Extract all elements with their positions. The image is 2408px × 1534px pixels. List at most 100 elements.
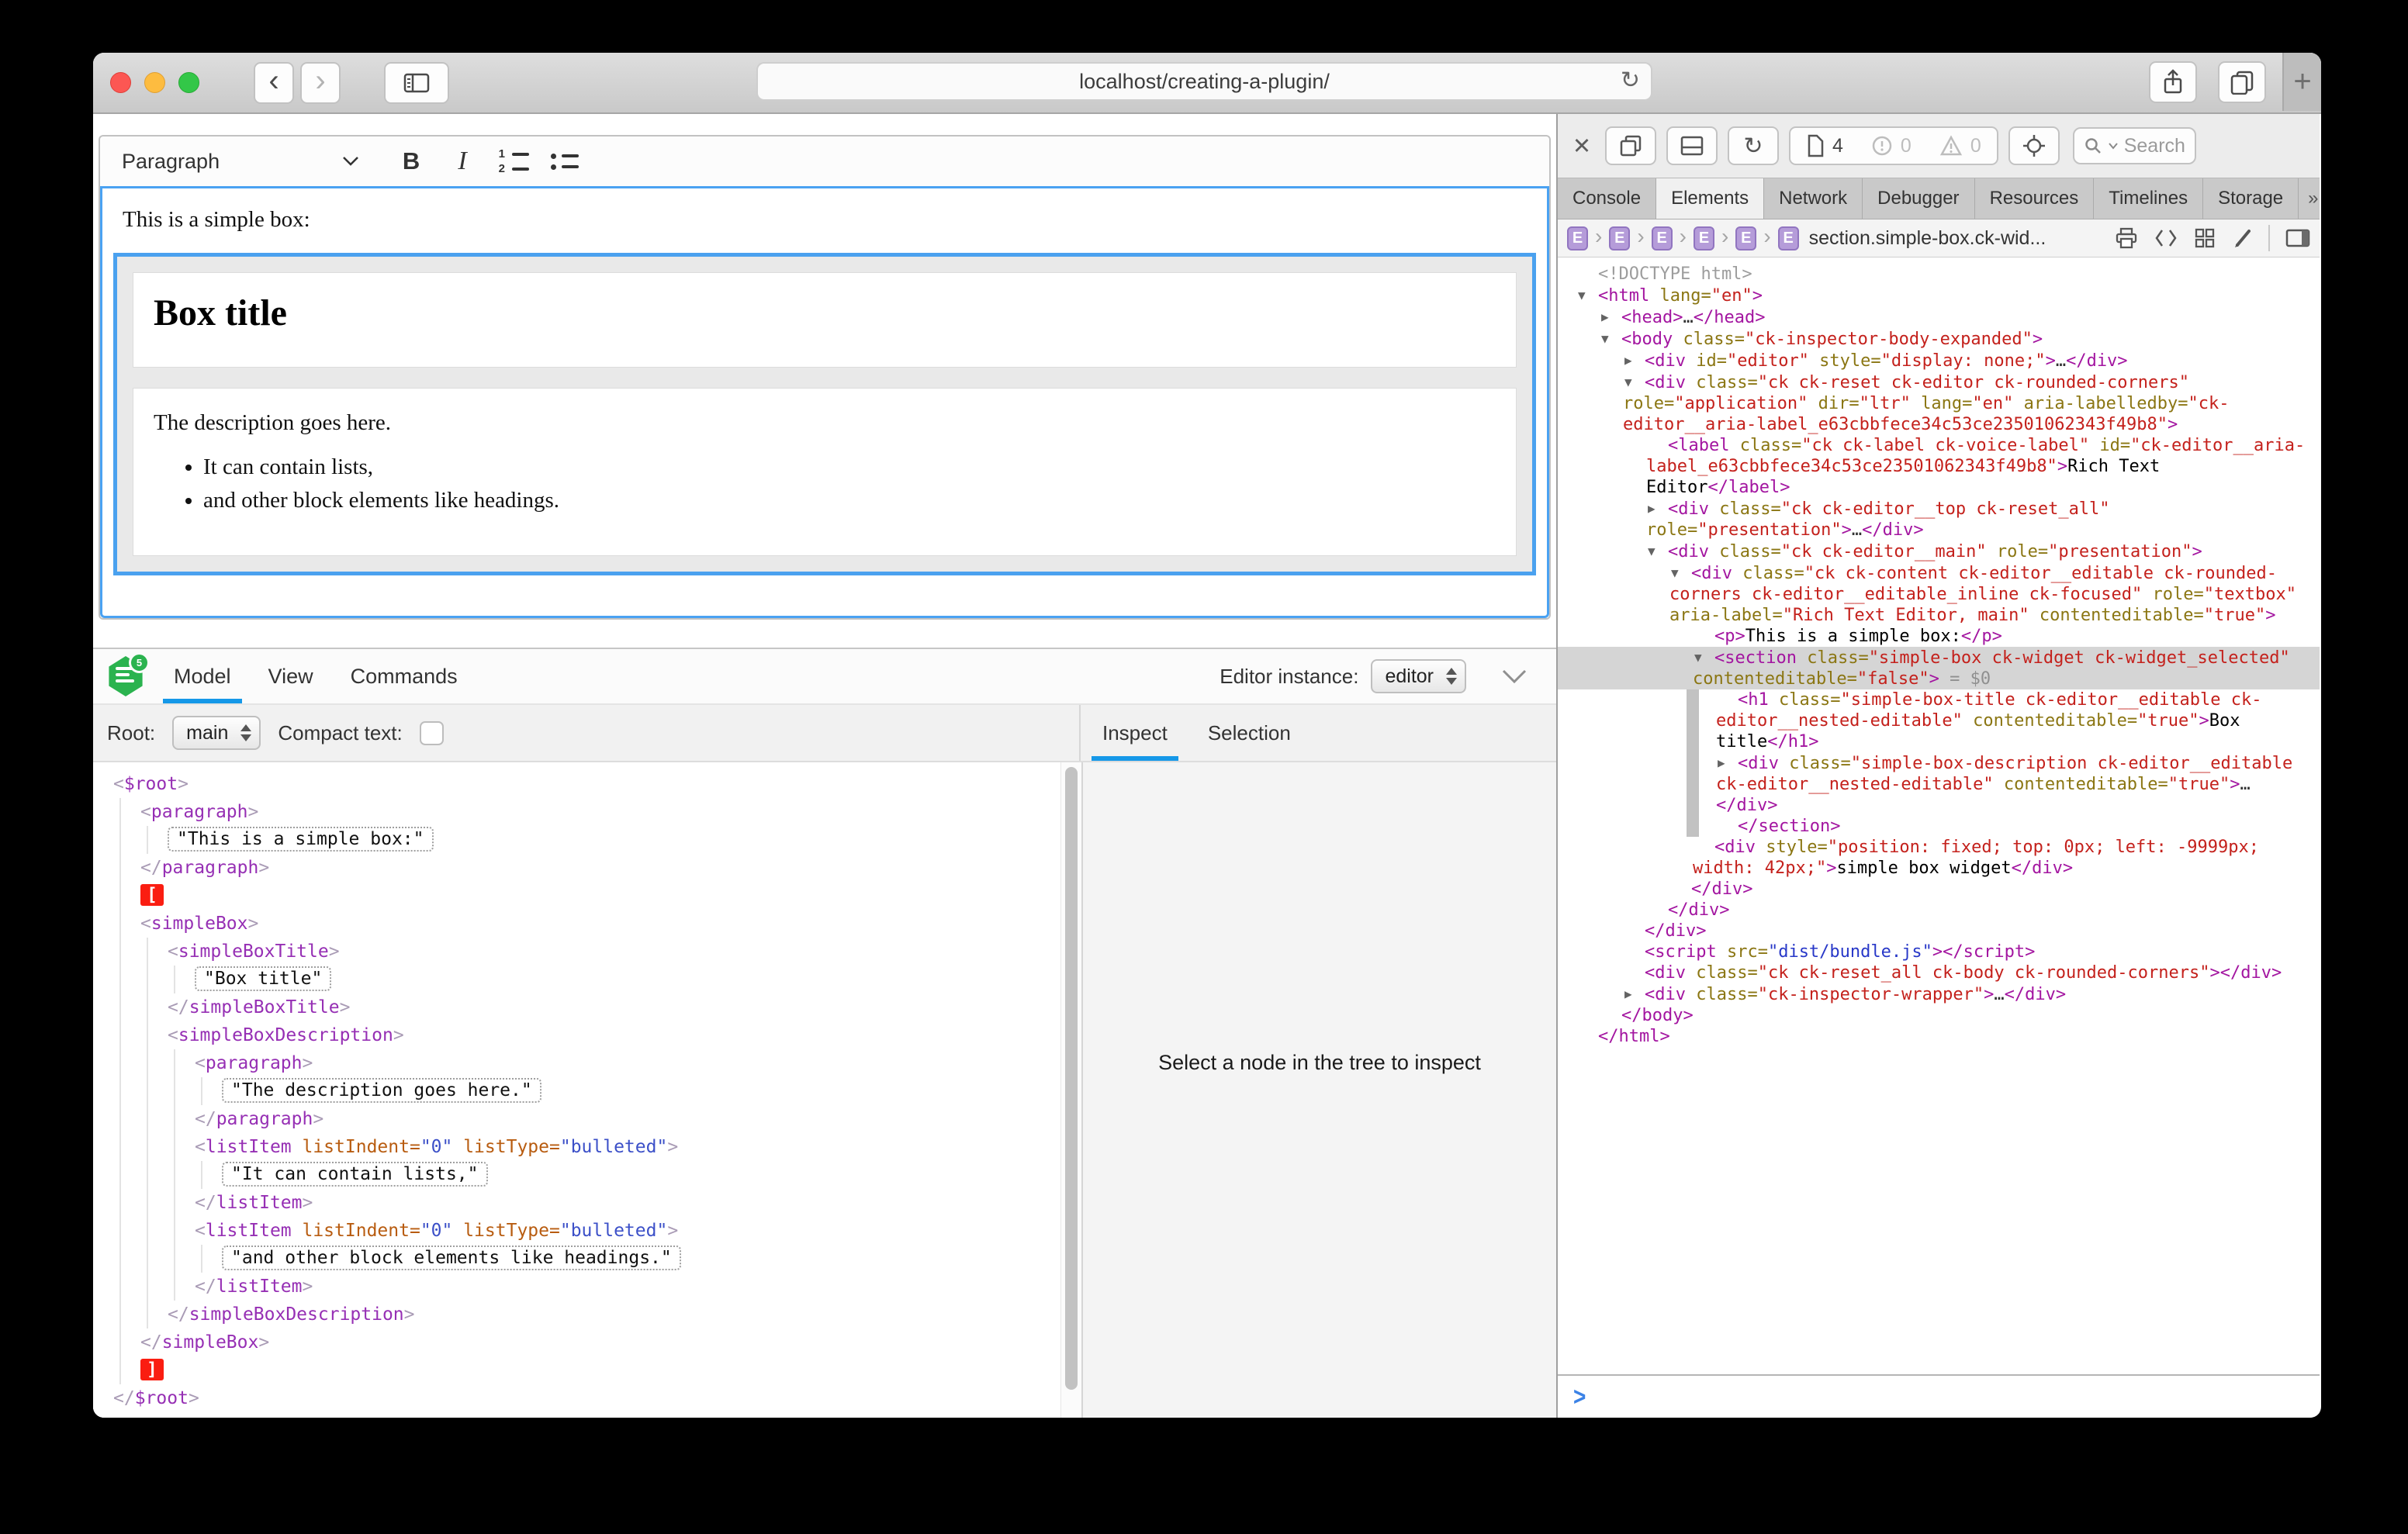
grid-overlay-icon[interactable] bbox=[2194, 227, 2216, 249]
devtools-tab-timelines[interactable]: Timelines bbox=[2094, 178, 2203, 219]
dom-tree-row[interactable]: ▼<div class="ck ck-reset ck-editor ck-ro… bbox=[1558, 371, 2320, 435]
disclosure-triangle-icon[interactable]: ▼ bbox=[1694, 647, 1714, 668]
dom-tree-row[interactable]: <h1 class="simple-box-title ck-editor__e… bbox=[1558, 689, 2320, 752]
paragraph-style-dropdown[interactable]: Paragraph bbox=[122, 150, 359, 174]
devtools-tab-debugger[interactable]: Debugger bbox=[1863, 178, 1974, 219]
devtools-tab-network[interactable]: Network bbox=[1764, 178, 1863, 219]
model-tree-row[interactable]: </listItem> bbox=[93, 1273, 1060, 1301]
disclosure-triangle-icon[interactable]: ▶ bbox=[1624, 983, 1645, 1004]
sidebar-toggle-button[interactable] bbox=[384, 62, 449, 104]
model-tree-row[interactable]: <simpleBox> bbox=[93, 910, 1060, 938]
dom-tree-row[interactable]: </div> bbox=[1558, 900, 2320, 921]
close-devtools-button[interactable]: ✕ bbox=[1569, 133, 1595, 160]
dom-tree-row[interactable]: <p>This is a simple box:</p> bbox=[1558, 626, 2320, 647]
disclosure-triangle-icon[interactable]: ▼ bbox=[1624, 371, 1645, 392]
dom-tree-row[interactable]: </div> bbox=[1558, 921, 2320, 941]
dom-tree-row[interactable]: <div class="ck ck-reset_all ck-body ck-r… bbox=[1558, 962, 2320, 983]
address-bar[interactable]: localhost/creating-a-plugin/ ↻ bbox=[756, 62, 1652, 101]
disclosure-triangle-icon[interactable]: ▶ bbox=[1624, 350, 1645, 371]
disclosure-triangle-icon[interactable]: ▶ bbox=[1648, 498, 1668, 519]
dom-tree-row[interactable]: </body> bbox=[1558, 1005, 2320, 1026]
share-button[interactable] bbox=[2149, 61, 2197, 103]
model-tree-row[interactable]: <$root> bbox=[93, 770, 1060, 798]
dom-tree-row[interactable]: ▶<div class="simple-box-description ck-e… bbox=[1558, 752, 2320, 816]
breadcrumb-element-badge[interactable]: E bbox=[1567, 226, 1588, 250]
close-window-button[interactable] bbox=[110, 72, 131, 93]
disclosure-triangle-icon[interactable]: ▼ bbox=[1671, 562, 1691, 583]
disclosure-triangle-icon[interactable]: ▶ bbox=[1718, 752, 1738, 773]
breadcrumb-element-badge[interactable]: E bbox=[1735, 226, 1756, 250]
dom-tree-row[interactable]: ▶<head>…</head> bbox=[1558, 306, 2320, 328]
breadcrumb-selected[interactable]: section.simple-box.ck-wid... bbox=[1809, 227, 2046, 250]
dock-side-button[interactable] bbox=[1605, 126, 1656, 165]
simple-box-title[interactable]: Box title bbox=[133, 272, 1517, 368]
dom-tree-row[interactable]: ▼<div class="ck ck-editor__main" role="p… bbox=[1558, 541, 2320, 562]
model-tree-row[interactable]: <simpleBoxTitle> bbox=[93, 938, 1060, 966]
dom-tree-row[interactable]: ▶<div id="editor" style="display: none;"… bbox=[1558, 350, 2320, 371]
reload-page-button[interactable]: ↻ bbox=[1728, 126, 1779, 165]
inspector-tab-model[interactable]: Model bbox=[172, 649, 233, 703]
devtools-search-field[interactable]: Search bbox=[2073, 127, 2196, 164]
resource-summary[interactable]: 4 0 0 bbox=[1789, 126, 1998, 165]
model-tree-row[interactable]: </$root> bbox=[93, 1384, 1060, 1412]
devtools-tab-storage[interactable]: Storage bbox=[2203, 178, 2299, 219]
disclosure-triangle-icon[interactable]: ▼ bbox=[1648, 541, 1668, 561]
breadcrumb-element-badge[interactable]: E bbox=[1778, 226, 1799, 250]
model-tree-row[interactable]: "Box title" bbox=[93, 966, 1060, 993]
model-tree-row[interactable]: <listItem listIndent="0" listType="bulle… bbox=[93, 1133, 1060, 1161]
quick-console[interactable]: > bbox=[1558, 1374, 2320, 1418]
breadcrumb-element-badge[interactable]: E bbox=[1652, 226, 1673, 250]
inspector-side-tab-inspect[interactable]: Inspect bbox=[1102, 705, 1168, 761]
scrollbar-thumb[interactable] bbox=[1065, 767, 1078, 1390]
compact-text-checkbox[interactable] bbox=[420, 721, 444, 745]
model-tree-row[interactable]: "The description goes here." bbox=[93, 1077, 1060, 1105]
bulleted-list-button[interactable] bbox=[539, 142, 590, 181]
devtools-tab-console[interactable]: Console bbox=[1558, 178, 1656, 219]
dom-tree-row[interactable]: <script src="dist/bundle.js"></script> bbox=[1558, 941, 2320, 962]
simple-box-widget[interactable]: Box title The description goes here. It … bbox=[113, 253, 1536, 575]
new-tab-button[interactable]: + bbox=[2282, 53, 2321, 111]
back-button[interactable]: ‹ bbox=[254, 62, 294, 104]
simple-box-description[interactable]: The description goes here. It can contai… bbox=[133, 388, 1517, 556]
model-tree-row[interactable]: </paragraph> bbox=[93, 1105, 1060, 1133]
dom-tree-row[interactable]: </section> bbox=[1558, 816, 2320, 837]
reload-icon[interactable]: ↻ bbox=[1621, 67, 1640, 94]
model-tree-row[interactable]: </simpleBoxTitle> bbox=[93, 993, 1060, 1021]
print-icon[interactable] bbox=[2115, 227, 2138, 249]
dom-tree-row[interactable]: ▼<section class="simple-box ck-widget ck… bbox=[1558, 647, 2320, 689]
inspector-side-tab-selection[interactable]: Selection bbox=[1208, 705, 1291, 761]
model-tree-row[interactable]: </listItem> bbox=[93, 1189, 1060, 1217]
inspector-tab-view[interactable]: View bbox=[267, 649, 315, 703]
devtools-more-tabs-button[interactable]: » bbox=[2299, 178, 2321, 219]
breadcrumb-element-badge[interactable]: E bbox=[1609, 226, 1630, 250]
tab-overview-button[interactable] bbox=[2218, 61, 2266, 103]
dom-tree-row[interactable]: <label class="ck ck-label ck-voice-label… bbox=[1558, 435, 2320, 498]
dom-tree-row[interactable]: ▶<div class="ck ck-editor__top ck-reset_… bbox=[1558, 498, 2320, 541]
details-sidebar-icon[interactable] bbox=[2285, 228, 2310, 248]
model-tree-row[interactable]: <paragraph> bbox=[93, 1049, 1060, 1077]
dom-tree-row[interactable]: </html> bbox=[1558, 1026, 2320, 1047]
disclosure-triangle-icon[interactable]: ▼ bbox=[1578, 285, 1598, 306]
model-tree-row[interactable]: </simpleBox> bbox=[93, 1328, 1060, 1356]
model-tree-row[interactable]: ] bbox=[93, 1356, 1060, 1384]
dom-tree-row[interactable]: <!DOCTYPE html> bbox=[1558, 264, 2320, 285]
dom-tree-row[interactable]: ▼<body class="ck-inspector-body-expanded… bbox=[1558, 328, 2320, 350]
zoom-window-button[interactable] bbox=[178, 72, 199, 93]
styles-brush-icon[interactable] bbox=[2231, 227, 2253, 249]
inspector-tab-commands[interactable]: Commands bbox=[349, 649, 459, 703]
forward-button[interactable]: › bbox=[300, 62, 341, 104]
model-tree-row[interactable]: </simpleBoxDescription> bbox=[93, 1301, 1060, 1328]
model-tree-row[interactable]: "and other block elements like headings.… bbox=[93, 1245, 1060, 1273]
editor-editable-area[interactable]: This is a simple box: Box title The desc… bbox=[100, 186, 1549, 618]
model-tree-row[interactable]: "This is a simple box:" bbox=[93, 826, 1060, 854]
model-tree-row[interactable]: <listItem listIndent="0" listType="bulle… bbox=[93, 1217, 1060, 1245]
bold-button[interactable]: B bbox=[386, 142, 437, 181]
italic-button[interactable]: I bbox=[437, 142, 488, 181]
model-tree-row[interactable]: "It can contain lists," bbox=[93, 1161, 1060, 1189]
dom-tree-row[interactable]: ▼<div class="ck ck-content ck-editor__ed… bbox=[1558, 562, 2320, 626]
numbered-list-button[interactable]: 1 2 bbox=[488, 142, 539, 181]
devtools-tab-resources[interactable]: Resources bbox=[1975, 178, 2095, 219]
editor-instance-select[interactable]: editor bbox=[1371, 659, 1466, 693]
model-tree-scrollbar[interactable] bbox=[1060, 762, 1081, 1418]
disclosure-triangle-icon[interactable]: ▶ bbox=[1601, 306, 1621, 327]
